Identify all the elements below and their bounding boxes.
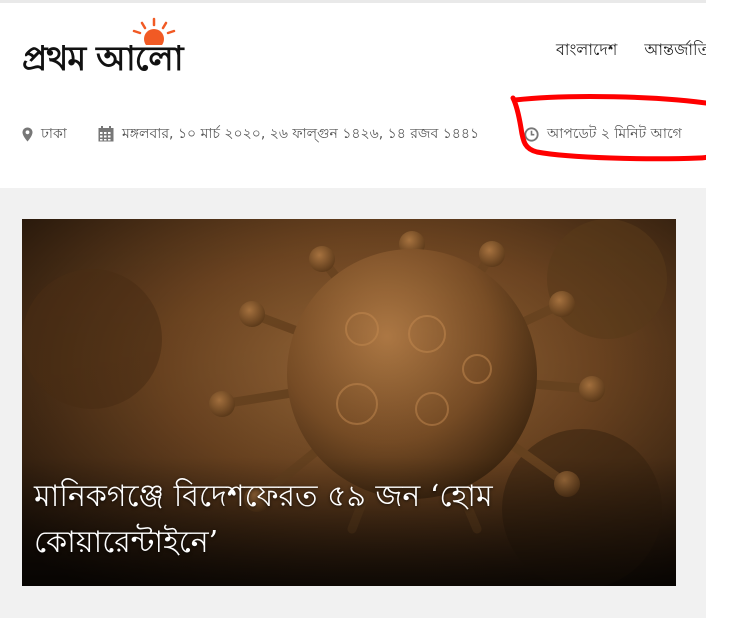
- lead-story-card[interactable]: মানিকগঞ্জে বিদেশফেরত ৫৯ জন ‘হোম কোয়ারেন…: [22, 219, 676, 586]
- main-nav: বাংলাদেশ আন্তর্জাতি: [556, 37, 729, 64]
- location-text: ঢাকা: [41, 126, 67, 142]
- page-edge: [706, 0, 729, 618]
- main-content: মানিকগঞ্জে বিদেশফেরত ৫৯ জন ‘হোম কোয়ারেন…: [0, 188, 706, 618]
- site-header: প্রথম আলো বাংলাদেশ আন্তর্জাতি: [0, 0, 710, 87]
- page: প্রথম আলো বাংলাদেশ আন্তর্জাতি ঢাকা মঙ্গল…: [0, 0, 729, 618]
- location: ঢাকা: [22, 122, 67, 146]
- calendar-icon: [98, 126, 114, 142]
- site-logo[interactable]: প্রথম আলো: [22, 15, 268, 79]
- lead-story-headline[interactable]: মানিকগঞ্জে বিদেশফেরত ৫৯ জন ‘হোম কোয়ারেন…: [34, 474, 654, 566]
- date-line: মঙ্গলবার, ১০ মার্চ ২০২০, ২৬ ফাল্গুন ১৪২৬…: [98, 122, 479, 146]
- map-pin-icon: [22, 127, 33, 141]
- nav-item-international[interactable]: আন্তর্জাতি: [644, 37, 709, 64]
- logo-text: প্রথম আলো: [22, 39, 184, 79]
- headline-line-2: কোয়ারেন্টাইনে’: [34, 525, 219, 560]
- nav-item-bangladesh[interactable]: বাংলাদেশ: [556, 37, 617, 64]
- red-annotation-circle: [510, 94, 727, 162]
- headline-line-1: মানিকগঞ্জে বিদেশফেরত ৫৯ জন ‘হোম: [34, 479, 493, 514]
- date-text: মঙ্গলবার, ১০ মার্চ ২০২০, ২৬ ফাল্গুন ১৪২৬…: [122, 126, 480, 142]
